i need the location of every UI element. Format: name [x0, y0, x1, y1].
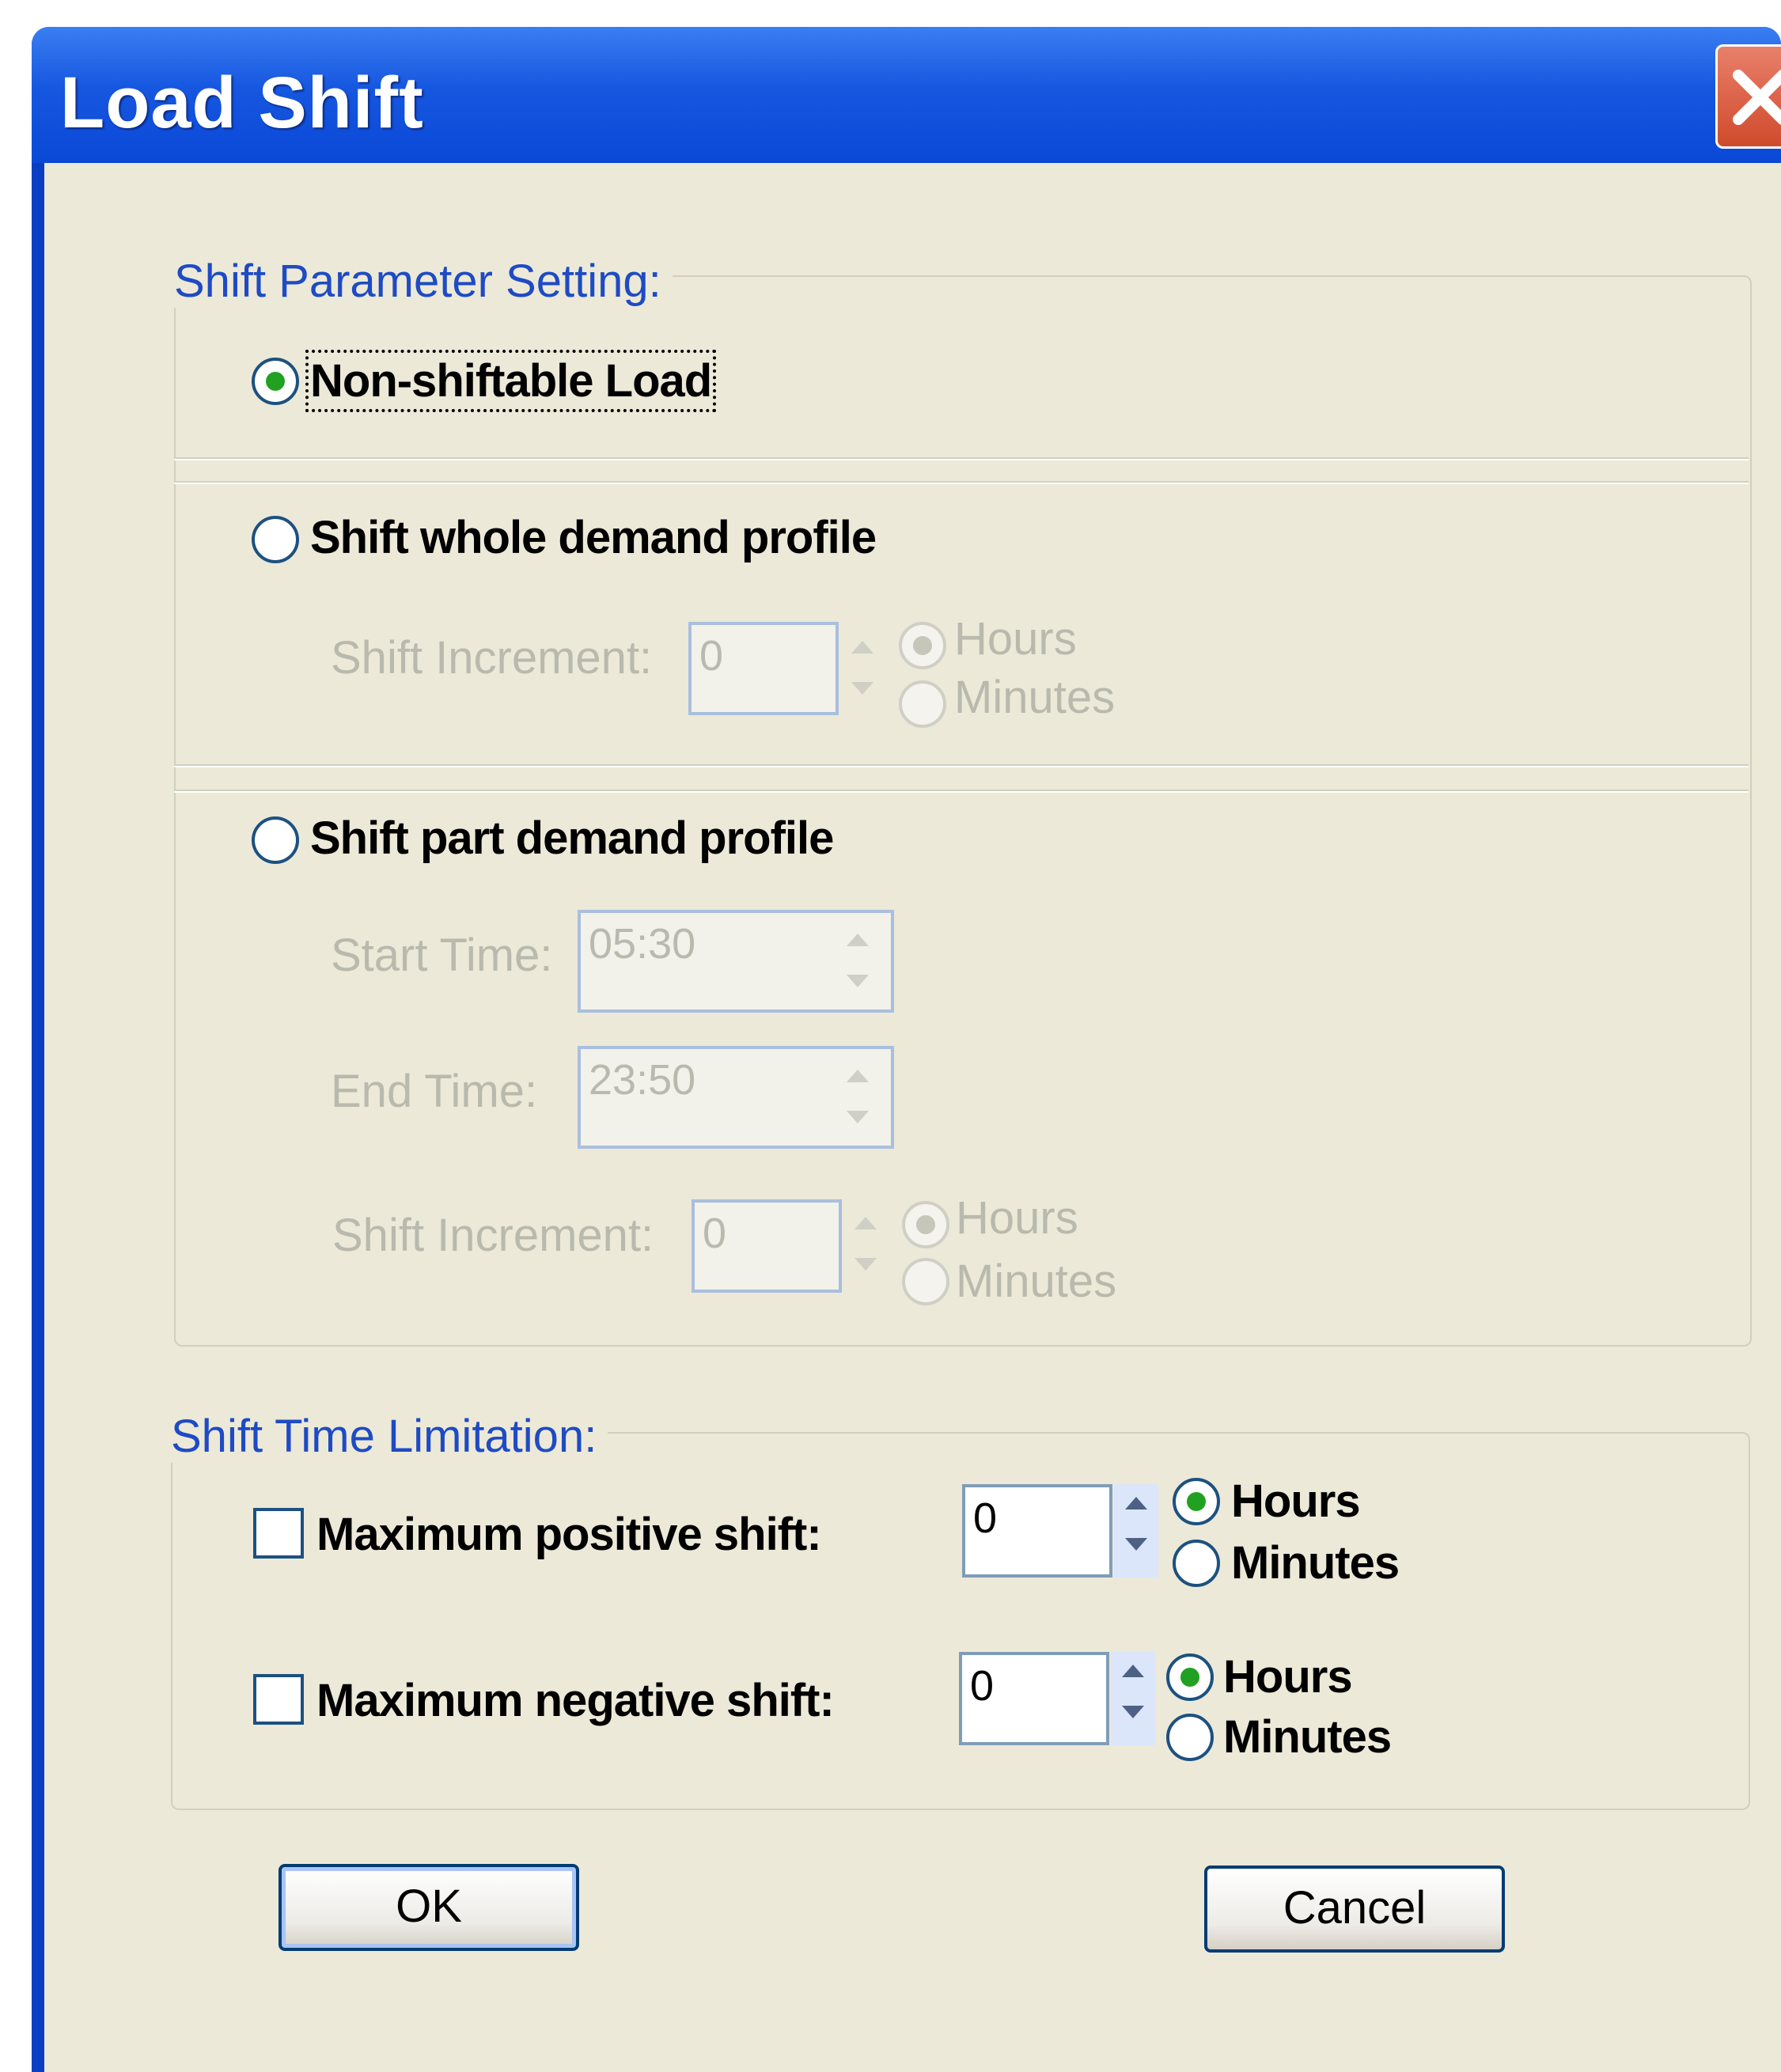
part-hours-radio[interactable]: [902, 1201, 949, 1248]
spin-up-icon[interactable]: [836, 1057, 880, 1097]
positive-hours-radio[interactable]: [1173, 1478, 1220, 1525]
spin-down-icon[interactable]: [840, 669, 885, 709]
cancel-button[interactable]: Cancel: [1204, 1866, 1505, 1953]
negative-hours-radio[interactable]: [1166, 1653, 1214, 1701]
end-time-spinner[interactable]: [836, 1057, 880, 1138]
spin-up-icon[interactable]: [843, 1204, 888, 1244]
start-time-spinner[interactable]: [836, 921, 880, 1002]
max-positive-input[interactable]: 0: [962, 1484, 1112, 1578]
positive-minutes-radio[interactable]: [1173, 1540, 1220, 1587]
time-limitation-group: [171, 1432, 1750, 1810]
shift-parameter-group: [174, 275, 1752, 1347]
start-time-label: Start Time:: [331, 930, 553, 981]
max-negative-label[interactable]: Maximum negative shift:: [316, 1674, 835, 1727]
whole-hours-radio[interactable]: [899, 622, 946, 669]
time-limitation-title: Shift Time Limitation:: [160, 1410, 608, 1463]
non-shiftable-radio[interactable]: [252, 358, 299, 405]
non-shiftable-label[interactable]: Non-shiftable Load: [305, 350, 717, 412]
max-positive-spinner[interactable]: [1114, 1484, 1158, 1578]
whole-minutes-radio[interactable]: [899, 680, 946, 728]
part-increment-input[interactable]: 0: [692, 1199, 842, 1293]
spin-up-icon[interactable]: [1114, 1484, 1158, 1524]
part-minutes-label: Minutes: [956, 1256, 1117, 1307]
max-negative-input[interactable]: 0: [959, 1652, 1109, 1745]
spin-down-icon[interactable]: [843, 1245, 888, 1285]
spin-up-icon[interactable]: [840, 628, 885, 668]
spin-down-icon[interactable]: [1111, 1693, 1155, 1733]
end-time-label: End Time:: [331, 1066, 538, 1117]
close-button[interactable]: [1715, 44, 1781, 149]
part-increment-spinner[interactable]: [843, 1204, 888, 1285]
whole-increment-label: Shift Increment:: [331, 632, 653, 684]
divider: [174, 481, 1749, 484]
positive-hours-label[interactable]: Hours: [1231, 1475, 1361, 1528]
part-hours-label: Hours: [956, 1192, 1078, 1244]
max-positive-checkbox[interactable]: [253, 1508, 304, 1559]
load-shift-dialog: Load Shift Shift Parameter Setting: Non-…: [32, 27, 1781, 2072]
shift-whole-label[interactable]: Shift whole demand profile: [310, 511, 877, 564]
negative-hours-label[interactable]: Hours: [1223, 1650, 1353, 1703]
part-minutes-radio[interactable]: [902, 1258, 949, 1305]
dialog-body: Shift Parameter Setting: Non-shiftable L…: [44, 163, 1781, 2072]
spin-up-icon[interactable]: [836, 921, 880, 960]
negative-minutes-radio[interactable]: [1166, 1714, 1214, 1761]
spin-down-icon[interactable]: [836, 1098, 880, 1138]
ok-button[interactable]: OK: [279, 1864, 579, 1951]
shift-whole-radio[interactable]: [252, 516, 299, 563]
window-title: Load Shift: [60, 63, 424, 143]
title-bar[interactable]: Load Shift: [32, 27, 1781, 163]
whole-minutes-label: Minutes: [954, 672, 1116, 723]
max-positive-label[interactable]: Maximum positive shift:: [316, 1508, 822, 1561]
divider: [174, 764, 1749, 767]
divider: [174, 457, 1749, 460]
spin-down-icon[interactable]: [1114, 1525, 1158, 1565]
whole-hours-label: Hours: [954, 613, 1077, 665]
negative-minutes-label[interactable]: Minutes: [1223, 1710, 1392, 1763]
max-negative-checkbox[interactable]: [253, 1674, 304, 1725]
divider: [174, 790, 1749, 793]
shift-parameter-title: Shift Parameter Setting:: [163, 255, 673, 308]
shift-part-label[interactable]: Shift part demand profile: [310, 812, 834, 865]
max-negative-spinner[interactable]: [1111, 1652, 1155, 1745]
part-increment-label: Shift Increment:: [332, 1210, 654, 1261]
close-icon: [1733, 70, 1781, 125]
spin-down-icon[interactable]: [836, 962, 880, 1002]
spin-up-icon[interactable]: [1111, 1652, 1155, 1691]
shift-part-radio[interactable]: [252, 816, 299, 864]
whole-increment-input[interactable]: 0: [688, 622, 839, 715]
positive-minutes-label[interactable]: Minutes: [1231, 1536, 1400, 1589]
whole-increment-spinner[interactable]: [840, 628, 885, 709]
